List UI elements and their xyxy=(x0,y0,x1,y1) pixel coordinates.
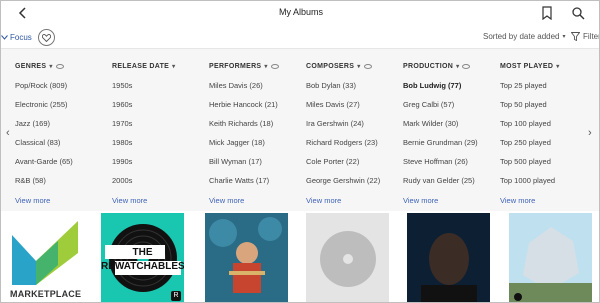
scroll-left-arrow-icon[interactable]: ‹ xyxy=(6,127,10,139)
filter-column-header[interactable]: PERFORMERS ▾ xyxy=(209,61,305,72)
filter-column-header[interactable]: RELEASE DATE ▾ xyxy=(112,61,208,72)
filter-column-composers: COMPOSERS ▾ Bob Dylan (33) Miles Davis (27)… xyxy=(306,61,402,205)
filter-option[interactable]: Bill Wyman (17) xyxy=(209,157,305,176)
caret-down-icon: ▾ xyxy=(456,64,460,70)
filter-option[interactable]: Avant-Garde (65) xyxy=(15,157,111,176)
filter-option[interactable]: Mick Jagger (18) xyxy=(209,138,305,157)
caret-down-icon: ▾ xyxy=(172,64,176,70)
album-cover-6[interactable] xyxy=(509,213,592,302)
filter-option[interactable]: 1950s xyxy=(112,81,208,100)
eye-icon[interactable] xyxy=(462,64,471,69)
caret-down-icon: ▾ xyxy=(264,64,268,70)
filter-option[interactable]: Cole Porter (22) xyxy=(306,157,402,176)
filter-option[interactable]: Pop/Rock (809) xyxy=(15,81,111,100)
filter-option[interactable]: Ira Gershwin (24) xyxy=(306,119,402,138)
sort-dropdown[interactable]: Sorted by date added ▾ xyxy=(483,32,566,41)
album-cover-placeholder[interactable] xyxy=(306,213,389,302)
album-cover-3[interactable] xyxy=(205,213,288,302)
filter-column-header[interactable]: PRODUCTION ▾ xyxy=(403,61,499,72)
filter-option[interactable]: Bob Ludwig (77) xyxy=(403,81,499,100)
caret-down-icon: ▾ xyxy=(556,64,560,70)
filter-column-genres: GENRES ▾ Pop/Rock (809) Electronic (255) Jaz… xyxy=(15,61,111,205)
bookmark-icon[interactable] xyxy=(541,6,553,21)
search-icon[interactable] xyxy=(571,6,585,20)
filter-option[interactable]: Top 500 played xyxy=(500,157,596,176)
filter-column-title: PERFORMERS xyxy=(209,63,262,70)
album-badge: R xyxy=(171,291,181,301)
filter-option[interactable]: Herbie Hancock (21) xyxy=(209,100,305,119)
favorites-heart-button[interactable] xyxy=(38,29,55,46)
album-cover-rewatchables[interactable]: THE REWATCHABLES R xyxy=(101,213,184,302)
filter-column-title: COMPOSERS xyxy=(306,63,355,70)
page-title: My Albums xyxy=(278,7,323,17)
filter-option[interactable]: Bob Dylan (33) xyxy=(306,81,402,100)
top-bar: My Albums xyxy=(1,1,599,25)
filter-option[interactable]: 1990s xyxy=(112,157,208,176)
sort-label: Sorted by date added xyxy=(483,32,560,41)
album-art-text: MARKETPLACE xyxy=(10,289,82,299)
eye-icon[interactable] xyxy=(270,64,279,69)
filter-option[interactable]: Top 1000 played xyxy=(500,176,596,195)
filter-column-release-date: RELEASE DATE ▾ 1950s 1960s 1970s 1980s 1990s 20… xyxy=(112,61,208,205)
view-more-link[interactable]: View more xyxy=(209,196,305,205)
toolbar: Focus Sorted by date added ▾ Filter xyxy=(1,25,600,49)
filter-option[interactable]: Jazz (169) xyxy=(15,119,111,138)
filter-column-performers: PERFORMERS ▾ Miles Davis (26) Herbie Hancoc… xyxy=(209,61,305,205)
caret-down-icon: ▾ xyxy=(562,34,566,40)
filter-option[interactable]: Top 100 played xyxy=(500,119,596,138)
filter-option[interactable]: Top 250 played xyxy=(500,138,596,157)
filter-column-production: PRODUCTION ▾ Bob Ludwig (77) Greg Calbi (57… xyxy=(403,61,499,205)
filter-column-header[interactable]: GENRES ▾ xyxy=(15,61,111,72)
filter-option[interactable]: Classical (83) xyxy=(15,138,111,157)
filter-option[interactable]: Greg Calbi (57) xyxy=(403,100,499,119)
filter-option[interactable]: Keith Richards (18) xyxy=(209,119,305,138)
album-grid: MARKETPLACE THE REWATCHABLES R xyxy=(1,211,599,302)
filter-option[interactable]: R&B (58) xyxy=(15,176,111,195)
view-more-link[interactable]: View more xyxy=(500,196,596,205)
filter-button[interactable]: Filter xyxy=(571,32,600,41)
heart-icon xyxy=(42,33,51,42)
filter-option[interactable]: 1960s xyxy=(112,100,208,119)
filter-option[interactable]: Steve Hoffman (26) xyxy=(403,157,499,176)
filter-column-title: PRODUCTION xyxy=(403,63,454,70)
filter-option[interactable]: Bernie Grundman (29) xyxy=(403,138,499,157)
app-window: My Albums Focus Sorted by date added ▾ F… xyxy=(0,0,600,303)
filter-option[interactable]: 1970s xyxy=(112,119,208,138)
filter-option[interactable]: Top 50 played xyxy=(500,100,596,119)
filter-option[interactable]: Charlie Watts (17) xyxy=(209,176,305,195)
view-more-link[interactable]: View more xyxy=(112,196,208,205)
filter-icon xyxy=(571,32,580,41)
album-art-text: THE REWATCHABLES xyxy=(101,247,184,272)
filter-option[interactable]: Electronic (255) xyxy=(15,100,111,119)
album-cover-marketplace[interactable]: MARKETPLACE xyxy=(6,213,89,302)
filter-option[interactable]: Miles Davis (26) xyxy=(209,81,305,100)
filter-option[interactable]: Top 25 played xyxy=(500,81,596,100)
chevron-down-icon xyxy=(1,33,8,42)
filter-option[interactable]: Mark Wilder (30) xyxy=(403,119,499,138)
view-more-link[interactable]: View more xyxy=(306,196,402,205)
filter-option[interactable]: George Gershwin (22) xyxy=(306,176,402,195)
eye-icon[interactable] xyxy=(363,64,372,69)
caret-down-icon: ▾ xyxy=(357,64,361,70)
filter-column-most-played: MOST PLAYED ▾ Top 25 played Top 50 played To… xyxy=(500,61,596,205)
filter-label: Filter xyxy=(583,32,600,41)
filter-option[interactable]: Rudy van Gelder (25) xyxy=(403,176,499,195)
filter-column-title: MOST PLAYED xyxy=(500,63,554,70)
filter-option[interactable]: Miles Davis (27) xyxy=(306,100,402,119)
view-more-link[interactable]: View more xyxy=(15,196,111,205)
filter-option[interactable]: Richard Rodgers (23) xyxy=(306,138,402,157)
filter-panel: ‹ › GENRES ▾ Pop/Rock (809) Electronic (255… xyxy=(1,49,599,209)
filter-option[interactable]: 1980s xyxy=(112,138,208,157)
eye-icon[interactable] xyxy=(55,64,64,69)
filter-option[interactable]: 2000s xyxy=(112,176,208,195)
filter-column-header[interactable]: COMPOSERS ▾ xyxy=(306,61,402,72)
focus-dropdown[interactable]: Focus xyxy=(1,31,32,43)
caret-down-icon: ▾ xyxy=(49,64,53,70)
filter-column-title: GENRES xyxy=(15,63,47,70)
album-cover-5[interactable] xyxy=(407,213,490,302)
focus-label: Focus xyxy=(10,32,32,42)
filter-column-header[interactable]: MOST PLAYED ▾ xyxy=(500,61,596,72)
filter-column-title: RELEASE DATE xyxy=(112,63,170,70)
view-more-link[interactable]: View more xyxy=(403,196,499,205)
